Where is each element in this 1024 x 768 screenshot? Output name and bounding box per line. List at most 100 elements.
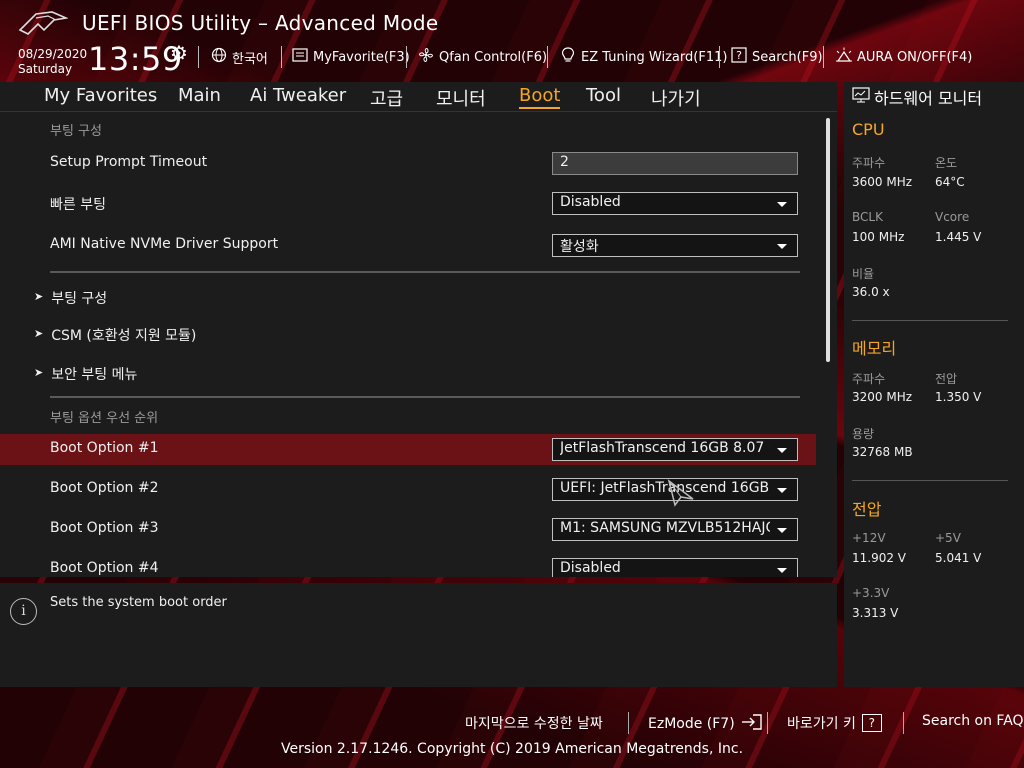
tab-main[interactable]: Main: [178, 85, 221, 106]
aura-toggle-label: AURA ON/OFF(F4): [857, 49, 973, 65]
separator: [406, 46, 407, 68]
setup-prompt-timeout-input[interactable]: 2: [552, 152, 798, 175]
chevron-down-icon: [777, 568, 787, 573]
mouse-cursor-icon: [667, 479, 694, 507]
search-button[interactable]: ? Search(F9): [730, 47, 823, 67]
hotkeys-label: 바로가기 키: [787, 716, 856, 732]
clock-settings-gear-icon[interactable]: ⚙: [170, 41, 188, 65]
divider: [50, 271, 800, 273]
nvme-driver-label: AMI Native NVMe Driver Support: [50, 236, 279, 252]
search-on-faq-button[interactable]: Search on FAQ: [922, 713, 1024, 729]
hotkeys-button[interactable]: 바로가기 키 ?: [787, 713, 882, 733]
tab-boot[interactable]: Boot: [519, 85, 561, 109]
chevron-right-icon: ➤: [34, 366, 44, 379]
chevron-down-icon: [777, 244, 787, 249]
divider: [852, 320, 1008, 321]
divider: [50, 396, 800, 398]
help-text: Sets the system boot order: [50, 595, 227, 610]
separator: [823, 46, 824, 68]
nvme-driver-value: 활성화: [560, 239, 599, 255]
v12-value: 11.902 V: [852, 551, 907, 565]
date: 08/29/2020: [18, 47, 88, 61]
submenu-csm[interactable]: ➤ CSM (호환성 지원 모듈): [34, 325, 196, 345]
boot-option-1-label: Boot Option #1: [50, 440, 159, 456]
weekday: Saturday: [18, 62, 73, 76]
v12-label: +12V: [852, 531, 886, 545]
ezmode-button[interactable]: EzMode (F7): [648, 713, 763, 735]
main-panel: My Favorites Main Ai Tweaker 고급 모니터 Boot…: [0, 82, 837, 577]
boot-option-1-dropdown[interactable]: JetFlashTranscend 16GB 8.07 (1: [552, 438, 798, 461]
language-button[interactable]: 한국어: [210, 47, 268, 67]
ratio-label: 비율: [852, 267, 875, 281]
v5-label: +5V: [935, 531, 961, 545]
aura-icon: [835, 47, 853, 67]
tab-ai-tweaker[interactable]: Ai Tweaker: [250, 85, 346, 106]
chevron-down-icon: [777, 488, 787, 493]
separator: [767, 712, 768, 734]
setup-prompt-timeout-label: Setup Prompt Timeout: [50, 154, 208, 170]
help-box-icon: ?: [730, 47, 748, 67]
mem-volt-label: 전압: [935, 372, 958, 386]
boot-option-3-label: Boot Option #3: [50, 520, 159, 536]
exit-arrow-icon: [741, 713, 763, 735]
vcore-label: Vcore: [935, 210, 970, 224]
last-modified-button[interactable]: 마지막으로 수정한 날짜: [465, 713, 603, 733]
submenu-label: 부팅 구성: [51, 291, 108, 307]
bclk-label: BCLK: [852, 210, 883, 224]
separator: [281, 46, 282, 68]
tab-exit[interactable]: 나가기: [651, 85, 701, 111]
section-header-boot-config: 부팅 구성: [50, 124, 102, 139]
myfavorite-button[interactable]: MyFavorite(F3): [291, 47, 410, 67]
tab-my-favorites[interactable]: My Favorites: [44, 85, 157, 106]
header: UEFI BIOS Utility – Advanced Mode 08/29/…: [0, 0, 1024, 82]
tab-tool[interactable]: Tool: [586, 85, 621, 106]
submenu-boot-config[interactable]: ➤ 부팅 구성: [34, 288, 107, 308]
boot-option-4-dropdown[interactable]: Disabled: [552, 558, 798, 577]
separator: [719, 46, 720, 68]
submenu-secure-boot[interactable]: ➤ 보안 부팅 메뉴: [34, 364, 137, 384]
globe-icon: [210, 47, 228, 67]
chevron-down-icon: [777, 448, 787, 453]
mem-freq-label: 주파수: [852, 372, 886, 386]
chevron-down-icon: [777, 528, 787, 533]
boot-option-3-dropdown[interactable]: M1: SAMSUNG MZVLB512HAJQ-: [552, 518, 798, 541]
ez-tuning-wizard-button[interactable]: EZ Tuning Wizard(F11): [559, 47, 727, 67]
aura-toggle-button[interactable]: AURA ON/OFF(F4): [835, 47, 972, 67]
tab-advanced[interactable]: 고급: [370, 85, 403, 111]
app-title: UEFI BIOS Utility – Advanced Mode: [82, 11, 439, 35]
boot-option-1-value: JetFlashTranscend 16GB 8.07 (1: [560, 440, 770, 456]
fast-boot-dropdown[interactable]: Disabled: [552, 192, 798, 215]
nvme-driver-dropdown[interactable]: 활성화: [552, 234, 798, 257]
fast-boot-value: Disabled: [560, 194, 621, 210]
v33-value: 3.313 V: [852, 606, 899, 620]
ez-tuning-wizard-label: EZ Tuning Wizard(F11): [581, 49, 728, 65]
separator: [198, 46, 199, 68]
last-modified-label: 마지막으로 수정한 날짜: [465, 716, 603, 732]
favorite-icon: [291, 48, 309, 66]
vcore-value: 1.445 V: [935, 230, 982, 244]
submenu-label: CSM (호환성 지원 모듈): [51, 328, 197, 344]
scrollbar[interactable]: [826, 118, 830, 362]
fan-icon: [417, 47, 435, 67]
mem-volt-value: 1.350 V: [935, 390, 982, 404]
myfavorite-label: MyFavorite(F3): [313, 49, 410, 65]
cpu-temp-label: 온도: [935, 156, 958, 170]
boot-option-3-value: M1: SAMSUNG MZVLB512HAJQ-: [560, 520, 770, 536]
hardware-monitor-title: 하드웨어 모니터: [852, 85, 982, 109]
v33-label: +3.3V: [852, 586, 890, 600]
v5-value: 5.041 V: [935, 551, 982, 565]
svg-text:?: ?: [736, 49, 742, 62]
tab-monitor[interactable]: 모니터: [436, 85, 486, 111]
chevron-right-icon: ➤: [34, 290, 44, 303]
tab-bar: My Favorites Main Ai Tweaker 고급 모니터 Boot…: [0, 82, 837, 112]
chevron-down-icon: [777, 202, 787, 207]
separator: [547, 46, 548, 68]
copyright: Version 2.17.1246. Copyright (C) 2019 Am…: [280, 741, 744, 757]
separator: [628, 712, 629, 734]
qfan-control-button[interactable]: Qfan Control(F6): [417, 47, 547, 67]
clock: 13:59: [88, 40, 183, 78]
chevron-right-icon: ➤: [34, 327, 44, 340]
memory-heading: 메모리: [852, 339, 897, 358]
boot-option-2-value: UEFI: JetFlashTranscend 16GB 8.: [560, 480, 770, 496]
cpu-freq-label: 주파수: [852, 156, 886, 170]
